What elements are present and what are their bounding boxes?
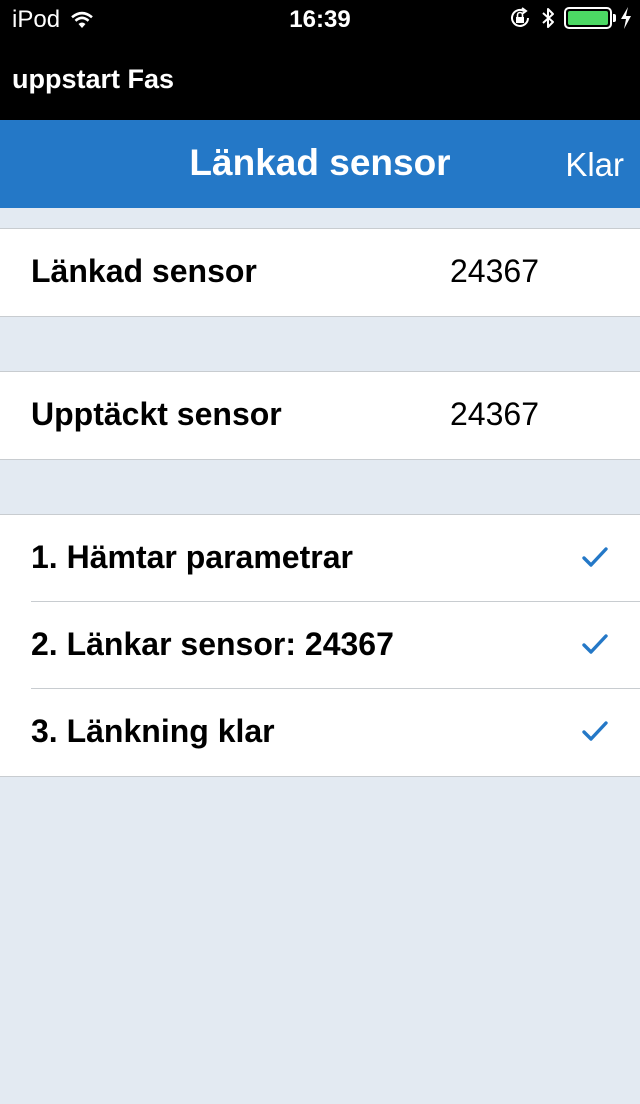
- bluetooth-icon: [542, 8, 554, 28]
- status-bar: iPod 16:39: [0, 0, 640, 40]
- app-title: uppstart Fas: [12, 64, 175, 94]
- checkmark-icon: [582, 721, 608, 741]
- status-right: [500, 6, 632, 30]
- done-button[interactable]: Klar: [565, 146, 624, 184]
- detected-sensor-section: Upptäckt sensor 24367: [0, 371, 640, 460]
- step-label: 2. Länkar sensor: 24367: [31, 626, 394, 662]
- navigation-bar: Länkad sensor Klar: [0, 120, 640, 208]
- linked-sensor-value: 24367: [450, 253, 539, 289]
- rotation-lock-icon: [511, 7, 529, 27]
- step-row-2: 2. Länkar sensor: 24367: [0, 602, 640, 689]
- checkmark-icon: [582, 547, 608, 567]
- charging-icon: [621, 7, 631, 29]
- linked-sensor-label: Länkad sensor: [31, 253, 257, 289]
- step-label: 1. Hämtar parametrar: [31, 539, 353, 575]
- linked-sensor-row: Länkad sensor 24367: [0, 229, 640, 316]
- detected-sensor-value: 24367: [450, 396, 539, 432]
- battery-icon: [564, 7, 616, 29]
- detected-sensor-label: Upptäckt sensor: [31, 396, 282, 432]
- step-row-1: 1. Hämtar parametrar: [0, 515, 640, 602]
- app-header: uppstart Fas: [0, 40, 640, 120]
- page-title: Länkad sensor: [189, 142, 451, 183]
- steps-section: 1. Hämtar parametrar 2. Länkar sensor: 2…: [0, 514, 640, 777]
- detected-sensor-row: Upptäckt sensor 24367: [0, 372, 640, 459]
- checkmark-icon: [582, 634, 608, 654]
- step-label: 3. Länkning klar: [31, 713, 275, 749]
- step-row-3: 3. Länkning klar: [0, 689, 640, 776]
- linked-sensor-section: Länkad sensor 24367: [0, 228, 640, 317]
